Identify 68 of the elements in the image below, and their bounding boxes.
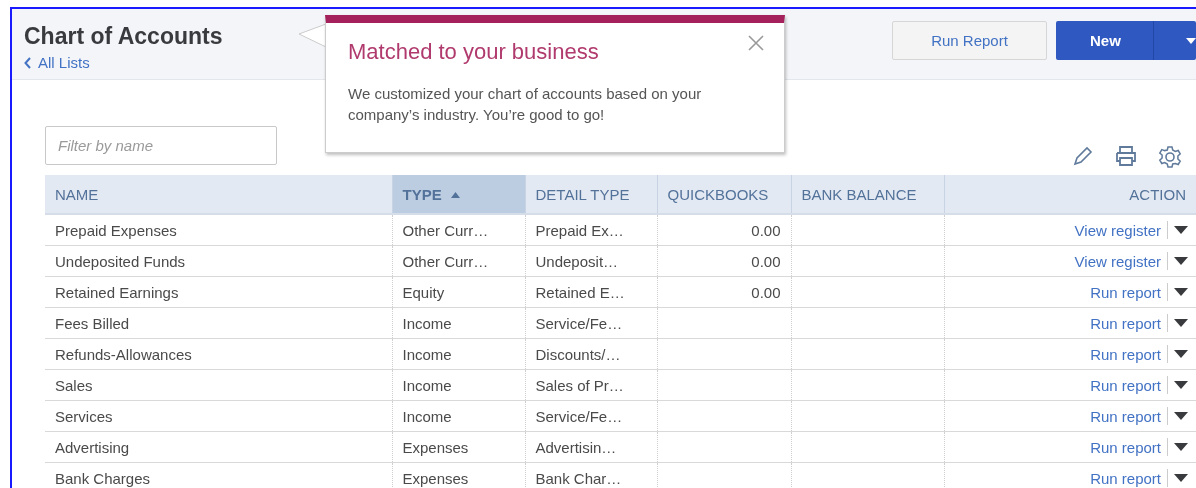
caret-icon[interactable] xyxy=(1174,412,1188,420)
table-cell: Advertisin… xyxy=(535,438,617,456)
table-cell: Bank Charges xyxy=(55,469,151,487)
caret-icon xyxy=(1185,37,1196,44)
new-button[interactable]: New xyxy=(1056,21,1196,60)
table-cell: Services xyxy=(55,407,113,425)
table-cell: Service/Fe… xyxy=(535,407,623,425)
table-cell: Other Curr… xyxy=(402,221,489,239)
table-cell: Sales xyxy=(55,376,93,394)
table-cell: Refunds-Allowances xyxy=(55,345,192,363)
table-cell: Expenses xyxy=(402,438,469,456)
table-cell: Income xyxy=(402,314,452,332)
column-header[interactable]: BANK BALANCE xyxy=(791,175,944,214)
settings-icon[interactable] xyxy=(1158,145,1182,169)
caret-icon[interactable] xyxy=(1174,257,1188,265)
table-cell: Undeposited Funds xyxy=(55,252,186,270)
table-cell: Income xyxy=(402,345,452,363)
caret-icon[interactable] xyxy=(1174,474,1188,482)
table-cell: Discounts/… xyxy=(535,345,621,363)
table-cell: Undeposit… xyxy=(535,252,619,270)
table-cell: Advertising xyxy=(55,438,130,456)
table-cell: 0.00 xyxy=(751,283,781,301)
popover-title: Matched to your business xyxy=(348,39,600,65)
table-cell: Bank Char… xyxy=(535,469,622,487)
table-cell: Retained E… xyxy=(535,283,625,301)
caret-icon[interactable] xyxy=(1174,443,1188,451)
table-cell: Other Curr… xyxy=(402,252,489,270)
chevron-left-icon xyxy=(24,56,32,69)
caret-icon[interactable] xyxy=(1174,350,1188,358)
action-link[interactable]: Run report xyxy=(1090,345,1161,363)
column-header[interactable]: ACTION xyxy=(944,175,1196,214)
column-header[interactable]: TYPE xyxy=(392,175,525,214)
table-cell: Fees Billed xyxy=(55,314,130,332)
table-cell: Prepaid Expenses xyxy=(55,221,177,239)
column-header[interactable]: DETAIL TYPE xyxy=(525,175,657,214)
sort-up-icon xyxy=(450,191,460,198)
printer-icon[interactable] xyxy=(1114,145,1138,167)
caret-icon[interactable] xyxy=(1174,226,1188,234)
filter-field[interactable]: Filter by name xyxy=(45,126,277,165)
table-cell: Retained Earnings xyxy=(55,283,179,301)
table-cell: Service/Fe… xyxy=(535,314,623,332)
action-link[interactable]: Run report xyxy=(1090,283,1161,301)
table-cell: Income xyxy=(402,407,452,425)
table-cell: 0.00 xyxy=(751,252,781,270)
action-link[interactable]: Run report xyxy=(1090,376,1161,394)
action-link[interactable]: Run report xyxy=(1090,407,1161,425)
caret-icon[interactable] xyxy=(1174,381,1188,389)
table-cell: 0.00 xyxy=(751,221,781,239)
column-header[interactable]: NAME xyxy=(45,175,392,214)
action-link[interactable]: Run report xyxy=(1090,314,1161,332)
table-cell: Sales of Pr… xyxy=(535,376,624,394)
caret-icon[interactable] xyxy=(1174,319,1188,327)
action-link[interactable]: View register xyxy=(1074,221,1161,239)
column-header[interactable]: QUICKBOOKS xyxy=(657,175,791,214)
action-link[interactable]: Run report xyxy=(1090,469,1161,487)
pencil-icon[interactable] xyxy=(1072,145,1094,167)
popover-message: We customized your chart of accounts based on your company’s industry. You’re good to go! xyxy=(348,84,703,125)
table-cell: Income xyxy=(402,376,452,394)
caret-icon[interactable] xyxy=(1174,288,1188,296)
action-link[interactable]: Run report xyxy=(1090,438,1161,456)
all-lists-link[interactable]: All Lists xyxy=(24,54,223,71)
table-cell: Expenses xyxy=(402,469,469,487)
action-link[interactable]: View register xyxy=(1074,252,1161,270)
table-cell: Prepaid Ex… xyxy=(535,221,624,239)
close-icon[interactable] xyxy=(748,35,764,51)
run-report-button[interactable]: Run Report xyxy=(892,21,1047,60)
page-title: Chart of Accounts xyxy=(24,23,223,50)
table-cell: Equity xyxy=(402,283,445,301)
